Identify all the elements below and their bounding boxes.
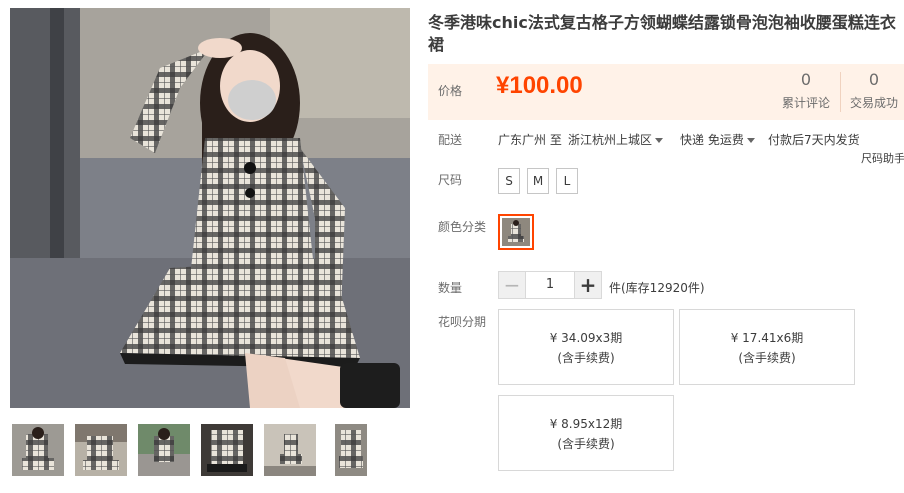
chevron-down-icon: [655, 138, 664, 143]
quantity-increase-button[interactable]: +: [574, 271, 602, 299]
price-value: ¥100.00: [496, 72, 583, 99]
thumbnail-image: [201, 424, 253, 476]
price-panel: 价格 ¥100.00 0 累计评论 0 交易成功: [428, 64, 904, 120]
stat-divider: [840, 72, 841, 112]
swatch-thumbnail: [502, 218, 530, 246]
delivery-label: 配送: [438, 133, 463, 147]
color-label: 颜色分类: [438, 220, 487, 234]
quantity-input[interactable]: 1: [526, 271, 574, 299]
installment-option-12[interactable]: ¥ 8.95x12期 (含手续费): [498, 395, 674, 471]
installment-fee-note: (含手续费): [738, 351, 796, 365]
ship-time: 付款后7天内发货: [768, 133, 860, 147]
size-option-l[interactable]: L: [556, 168, 578, 194]
shipping-method-dropdown[interactable]: 快递 免运费: [680, 131, 755, 148]
sales-count-stat[interactable]: 0 交易成功: [842, 70, 904, 111]
thumbnail-image: [12, 424, 64, 476]
thumbnail-6[interactable]: [335, 424, 367, 476]
size-helper-link[interactable]: 尺码助手: [861, 150, 904, 166]
size-label: 尺码: [438, 173, 463, 187]
price-label: 价格: [438, 84, 463, 98]
sales-count: 0: [868, 70, 880, 89]
quantity-decrease-button[interactable]: −: [498, 271, 526, 299]
installment-fee-note: (含手续费): [557, 351, 615, 365]
chevron-down-icon: [746, 138, 755, 143]
thumbnail-1[interactable]: [12, 424, 64, 476]
thumbnail-image: [264, 424, 316, 476]
color-swatch[interactable]: [498, 214, 534, 250]
installment-option-6[interactable]: ¥ 17.41x6期 (含手续费): [679, 309, 855, 385]
product-title: 冬季港味chic法式复古格子方领蝴蝶结露锁骨泡泡袖收腰蛋糕连衣裙: [428, 13, 896, 54]
thumbnail-4[interactable]: [201, 424, 253, 476]
ship-to-value: 浙江杭州上城区: [568, 133, 653, 147]
installment-label: 花呗分期: [438, 315, 487, 329]
size-option-s[interactable]: S: [498, 168, 520, 194]
thumbnail-image: [138, 424, 190, 476]
stock-info: 件(库存12920件): [609, 281, 705, 295]
thumbnail-5[interactable]: [264, 424, 316, 476]
installment-amount: ¥ 17.41x6期: [730, 331, 804, 345]
installment-amount: ¥ 34.09x3期: [549, 331, 623, 345]
ship-from: 广东广州 至: [498, 133, 562, 147]
thumbnail-strip: [10, 424, 410, 476]
thumbnail-image: [75, 424, 127, 476]
thumbnail-2[interactable]: [75, 424, 127, 476]
review-count-stat[interactable]: 0 累计评论: [774, 70, 838, 111]
quantity-label: 数量: [438, 281, 463, 295]
review-count: 0: [800, 70, 812, 89]
installment-amount: ¥ 8.95x12期: [549, 417, 623, 431]
main-product-image[interactable]: [10, 8, 410, 408]
installment-option-3[interactable]: ¥ 34.09x3期 (含手续费): [498, 309, 674, 385]
sales-count-label: 交易成功: [849, 96, 898, 110]
thumbnail-3[interactable]: [138, 424, 190, 476]
installment-fee-note: (含手续费): [557, 437, 615, 451]
thumbnail-image: [335, 424, 367, 476]
color-swatch-image: [502, 218, 530, 246]
ship-to-dropdown[interactable]: 浙江杭州上城区: [568, 131, 664, 148]
shipping-method-value: 快递 免运费: [680, 133, 744, 147]
size-option-m[interactable]: M: [527, 168, 549, 194]
product-photo: [10, 8, 410, 408]
review-count-label: 累计评论: [781, 96, 830, 110]
